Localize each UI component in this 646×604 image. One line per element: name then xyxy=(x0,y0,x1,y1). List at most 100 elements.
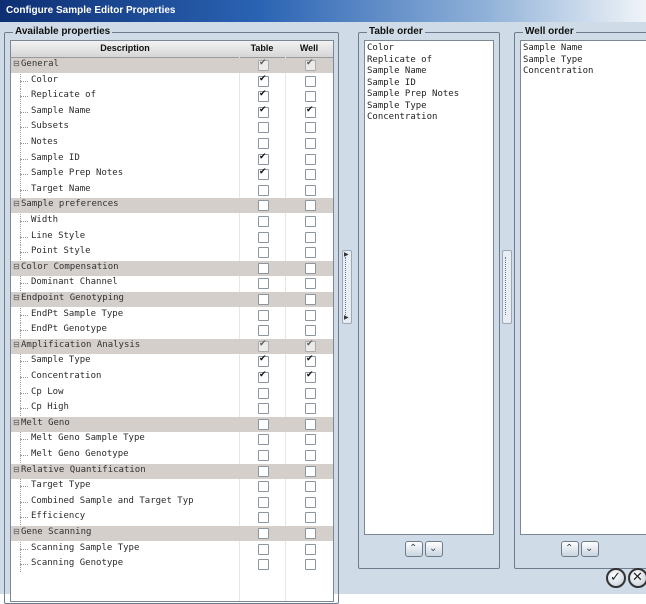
property-row[interactable]: Sample Type xyxy=(11,354,333,370)
column-header-table[interactable]: Table xyxy=(239,43,285,53)
property-row[interactable]: Scanning Genotype xyxy=(11,557,333,573)
table-checkbox[interactable] xyxy=(258,339,269,352)
property-group-row[interactable]: ⊟ Color Compensation xyxy=(11,260,333,276)
well-checkbox[interactable] xyxy=(305,105,316,118)
well-checkbox[interactable] xyxy=(305,184,316,196)
table-checkbox[interactable] xyxy=(258,294,269,305)
property-row[interactable]: Point Style xyxy=(11,245,333,261)
order-list-item[interactable]: Concentration xyxy=(523,66,593,76)
table-checkbox[interactable] xyxy=(258,434,269,446)
property-row[interactable]: Target Type xyxy=(11,479,333,495)
column-header-description[interactable]: Description xyxy=(11,43,239,53)
order-list-item[interactable]: Sample Name xyxy=(523,43,583,53)
property-row[interactable]: Cp High xyxy=(11,401,333,417)
table-checkbox[interactable] xyxy=(258,74,269,87)
well-checkbox[interactable] xyxy=(305,325,316,337)
collapse-expander-icon[interactable]: ⊟ xyxy=(13,418,20,426)
order-list-item[interactable]: Sample Prep Notes xyxy=(367,89,459,99)
property-row[interactable]: Notes xyxy=(11,136,333,151)
table-checkbox[interactable] xyxy=(258,89,269,103)
property-row[interactable]: Line Style xyxy=(11,229,333,245)
property-group-row[interactable]: ⊟ Relative Quantification xyxy=(11,463,333,479)
property-row[interactable]: Melt Geno Sample Type xyxy=(11,432,333,448)
well-checkbox[interactable] xyxy=(305,294,316,305)
order-list-item[interactable]: Sample Type xyxy=(367,101,427,111)
table-checkbox[interactable] xyxy=(258,543,269,555)
well-checkbox[interactable] xyxy=(305,496,316,508)
well-checkbox[interactable] xyxy=(305,543,316,555)
table-checkbox[interactable] xyxy=(258,167,269,181)
well-checkbox[interactable] xyxy=(305,465,316,477)
well-checkbox[interactable] xyxy=(305,387,316,399)
well-checkbox[interactable] xyxy=(305,559,316,571)
collapse-expander-icon[interactable]: ⊟ xyxy=(13,465,20,473)
table-checkbox[interactable] xyxy=(258,247,269,259)
well-checkbox[interactable] xyxy=(305,309,316,321)
well-checkbox[interactable] xyxy=(305,528,316,539)
property-row[interactable]: Sample Name xyxy=(11,104,333,120)
cancel-button[interactable]: ✕ xyxy=(628,568,646,588)
table-checkbox[interactable] xyxy=(258,387,269,399)
order-list-item[interactable]: Color xyxy=(367,43,394,53)
table-checkbox[interactable] xyxy=(258,231,269,243)
column-header-well[interactable]: Well xyxy=(285,43,333,53)
table-order-move-up-button[interactable]: ⌃ xyxy=(405,541,423,557)
well-checkbox[interactable] xyxy=(305,91,316,103)
property-group-row[interactable]: ⊟ Melt Geno xyxy=(11,416,333,432)
collapse-expander-icon[interactable]: ⊟ xyxy=(13,528,20,536)
order-list-item[interactable]: Sample Type xyxy=(523,55,583,65)
well-checkbox[interactable] xyxy=(305,122,316,134)
well-checkbox[interactable] xyxy=(305,153,316,165)
table-checkbox[interactable] xyxy=(258,354,269,368)
property-row[interactable]: EndPt Genotype xyxy=(11,323,333,339)
well-checkbox[interactable] xyxy=(305,75,316,87)
order-list-item[interactable]: Sample Name xyxy=(367,66,427,76)
table-checkbox[interactable] xyxy=(258,465,269,477)
ok-button[interactable]: ✓ xyxy=(606,568,626,588)
well-checkbox[interactable] xyxy=(305,481,316,493)
well-checkbox[interactable] xyxy=(305,434,316,446)
collapse-expander-icon[interactable]: ⊟ xyxy=(13,340,20,348)
property-row[interactable]: Sample Prep Notes xyxy=(11,167,333,183)
splitter-handle-left[interactable]: ▶ ▶ xyxy=(342,250,352,324)
property-row[interactable]: EndPt Sample Type xyxy=(11,307,333,323)
property-row[interactable]: Color xyxy=(11,73,333,89)
table-checkbox[interactable] xyxy=(258,418,269,430)
well-checkbox[interactable] xyxy=(305,339,316,352)
table-checkbox[interactable] xyxy=(258,138,269,149)
splitter-handle-right[interactable] xyxy=(502,250,512,324)
table-checkbox[interactable] xyxy=(258,262,269,274)
property-group-row[interactable]: ⊟ Sample preferences xyxy=(11,198,333,214)
table-checkbox[interactable] xyxy=(258,512,269,524)
property-row[interactable]: Sample ID xyxy=(11,151,333,167)
title-bar[interactable]: Configure Sample Editor Properties xyxy=(0,0,646,22)
collapse-expander-icon[interactable]: ⊟ xyxy=(13,200,20,208)
table-order-list[interactable]: Color Replicate of Sample Name Sample ID Sam… xyxy=(364,40,494,535)
property-row[interactable]: Melt Geno Genotype xyxy=(11,448,333,463)
well-checkbox[interactable] xyxy=(305,138,316,149)
order-list-item[interactable]: Replicate of xyxy=(367,55,432,65)
table-checkbox[interactable] xyxy=(258,309,269,321)
property-group-row[interactable]: ⊟ Endpoint Genotyping xyxy=(11,292,333,307)
well-checkbox[interactable] xyxy=(305,450,316,461)
table-checkbox[interactable] xyxy=(258,200,269,212)
property-row[interactable]: Dominant Channel xyxy=(11,276,333,292)
property-group-row[interactable]: ⊟ General xyxy=(11,58,333,73)
property-row[interactable]: Combined Sample and Target Typ xyxy=(11,494,333,510)
well-checkbox[interactable] xyxy=(305,512,316,524)
well-checkbox[interactable] xyxy=(305,58,316,71)
property-row[interactable]: Efficiency xyxy=(11,510,333,526)
well-checkbox[interactable] xyxy=(305,200,316,212)
table-checkbox[interactable] xyxy=(258,528,269,539)
table-checkbox[interactable] xyxy=(258,152,269,165)
well-checkbox[interactable] xyxy=(305,169,316,181)
well-checkbox[interactable] xyxy=(305,403,316,415)
table-checkbox[interactable] xyxy=(258,184,269,196)
collapse-expander-icon[interactable]: ⊟ xyxy=(13,294,20,302)
property-row[interactable]: Width xyxy=(11,214,333,229)
table-checkbox[interactable] xyxy=(258,370,269,383)
table-checkbox[interactable] xyxy=(258,403,269,415)
table-checkbox[interactable] xyxy=(258,58,269,71)
well-checkbox[interactable] xyxy=(305,418,316,430)
well-order-move-up-button[interactable]: ⌃ xyxy=(561,541,579,557)
